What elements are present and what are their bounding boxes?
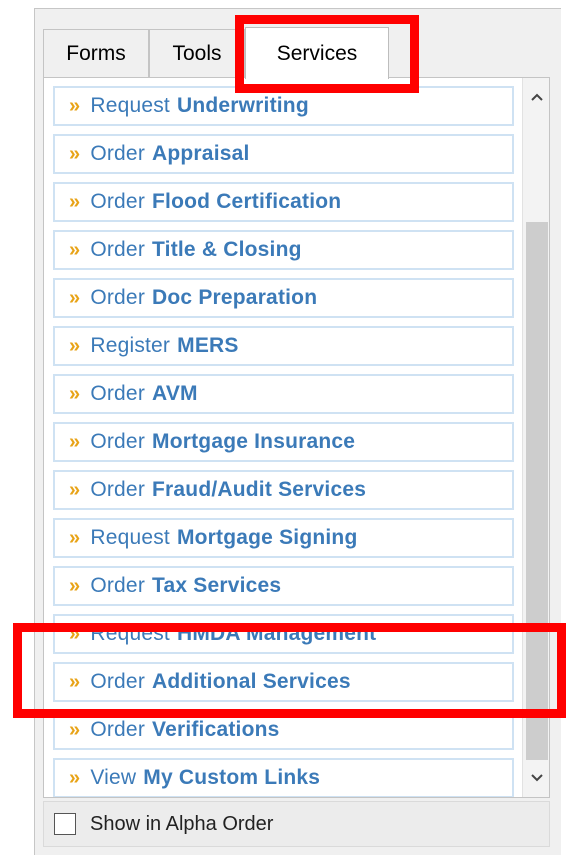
double-chevron-right-icon: » [69,334,81,357]
services-list: » Request Underwriting » Order Appraisal » Orde… [43,77,550,798]
service-verb: Order [90,286,146,309]
double-chevron-right-icon: » [69,382,81,405]
service-object: Underwriting [176,94,309,117]
service-verb: Register [90,334,171,357]
service-object: Mortgage Signing [176,526,358,549]
double-chevron-right-icon: » [69,238,81,261]
service-link-underwriting[interactable]: » Request Underwriting [53,86,514,126]
alpha-order-row: Show in Alpha Order [43,801,550,847]
service-link-flood-certification[interactable]: » Order Flood Certification [53,182,514,222]
service-verb: Request [90,622,170,645]
service-verb: Order [90,430,146,453]
service-link-mortgage-insurance[interactable]: » Order Mortgage Insurance [53,422,514,462]
service-object: Mortgage Insurance [152,430,356,453]
service-verb: Order [90,574,146,597]
double-chevron-right-icon: » [69,574,81,597]
service-link-tax-services[interactable]: » Order Tax Services [53,566,514,606]
double-chevron-right-icon: » [69,622,81,645]
service-link-additional-services[interactable]: » Order Additional Services [53,662,514,702]
service-object: Appraisal [152,142,250,165]
tab-tools[interactable]: Tools [149,29,245,77]
service-link-mortgage-signing[interactable]: » Request Mortgage Signing [53,518,514,558]
vertical-scrollbar[interactable] [522,78,549,797]
service-verb: Order [90,238,146,261]
service-verb: Order [90,478,146,501]
service-object: Additional Services [152,670,351,693]
service-verb: Order [90,190,146,213]
service-verb: View [90,766,137,789]
tab-services[interactable]: Services [245,27,389,79]
double-chevron-right-icon: » [69,478,81,501]
double-chevron-right-icon: » [69,142,81,165]
service-verb: Order [90,718,146,741]
service-link-appraisal[interactable]: » Order Appraisal [53,134,514,174]
service-verb: Order [90,142,146,165]
service-link-fraud-audit-services[interactable]: » Order Fraud/Audit Services [53,470,514,510]
service-link-verifications[interactable]: » Order Verifications [53,710,514,750]
alpha-order-checkbox[interactable] [54,813,76,835]
service-link-avm[interactable]: » Order AVM [53,374,514,414]
chevron-down-icon [531,774,543,782]
double-chevron-right-icon: » [69,718,81,741]
chevron-up-icon [531,93,543,101]
service-object: HMDA Management [176,622,377,645]
service-link-my-custom-links[interactable]: » View My Custom Links [53,758,514,797]
service-object: Title & Closing [152,238,302,261]
double-chevron-right-icon: » [69,526,81,549]
service-link-mers[interactable]: » Register MERS [53,326,514,366]
service-object: Fraud/Audit Services [152,478,367,501]
service-object: Flood Certification [152,190,342,213]
alpha-order-label: Show in Alpha Order [90,812,274,835]
service-object: MERS [177,334,239,357]
service-object: Tax Services [152,574,282,597]
double-chevron-right-icon: » [69,94,81,117]
services-panel: Forms Tools Services » Request Underwritin… [34,8,561,855]
tab-bar: Forms Tools Services [43,27,551,79]
service-link-title-closing[interactable]: » Order Title & Closing [53,230,514,270]
double-chevron-right-icon: » [69,190,81,213]
service-verb: Order [90,670,146,693]
service-object: AVM [152,382,198,405]
double-chevron-right-icon: » [69,286,81,309]
service-object: My Custom Links [143,766,321,789]
service-verb: Request [90,526,170,549]
service-verb: Order [90,382,146,405]
double-chevron-right-icon: » [69,766,81,789]
service-link-hmda-management[interactable]: » Request HMDA Management [53,614,514,654]
tab-forms[interactable]: Forms [43,29,149,77]
service-link-doc-preparation[interactable]: » Order Doc Preparation [53,278,514,318]
service-object: Doc Preparation [152,286,318,309]
scroll-down-button[interactable] [523,761,549,795]
scrollbar-thumb[interactable] [526,222,548,760]
double-chevron-right-icon: » [69,670,81,693]
scroll-up-button[interactable] [523,80,549,114]
double-chevron-right-icon: » [69,430,81,453]
service-object: Verifications [152,718,280,741]
service-verb: Request [90,94,170,117]
